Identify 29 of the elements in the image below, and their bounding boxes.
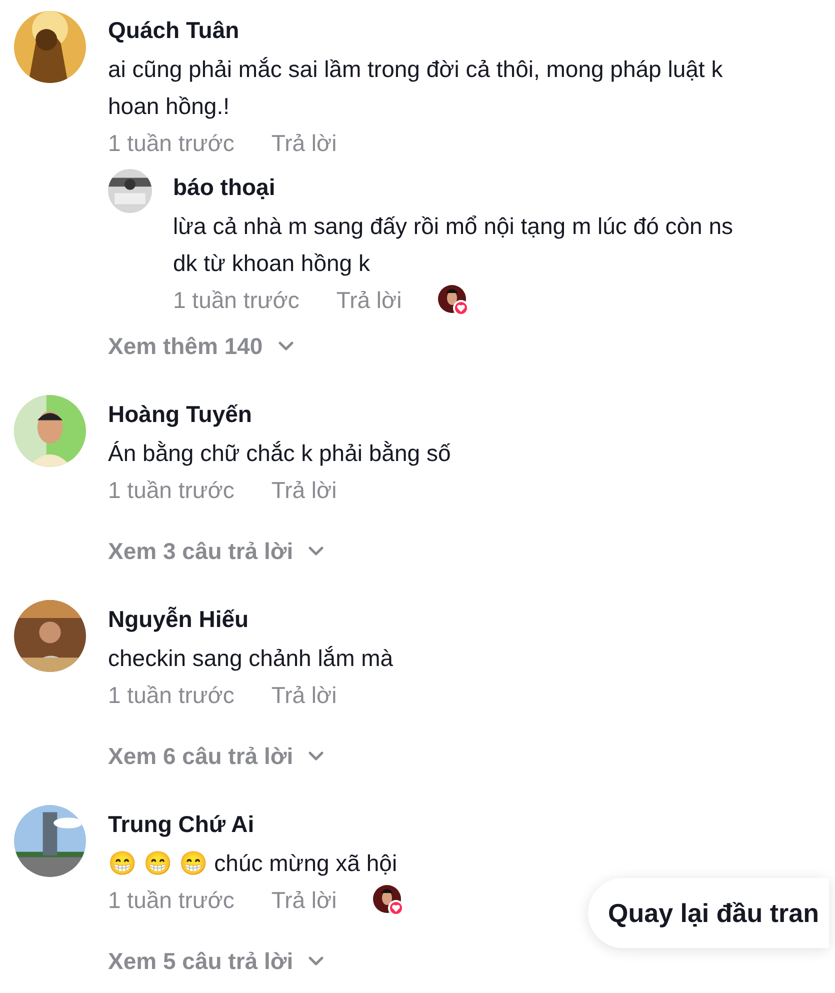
timestamp: 1 tuần trước: [108, 680, 234, 710]
comment-text: checkin sang chảnh lắm mà: [108, 644, 394, 673]
timestamp: 1 tuần trước: [173, 286, 300, 315]
author-name[interactable]: Hoàng Tuyến: [108, 395, 788, 433]
chevron-down-icon: [307, 955, 326, 967]
chevron-down-icon: [307, 545, 326, 557]
reply-link[interactable]: Trả lời: [271, 882, 337, 918]
comment-text: ai cũng phải mắc sai lầm trong đời cả thôi, mong pháp luật k hoan hồng.!: [108, 55, 724, 121]
author-name[interactable]: Trung Chứ Ai: [108, 805, 788, 843]
back-to-top-button[interactable]: Quay lại đầu tran: [588, 878, 829, 948]
timestamp: 1 tuần trước: [108, 886, 234, 915]
timestamp: 1 tuần trước: [108, 476, 234, 505]
author-name[interactable]: Nguyễn Hiếu: [108, 600, 788, 638]
view-replies-button[interactable]: Xem 3 câu trả lời: [108, 533, 326, 569]
view-replies-button[interactable]: Xem thêm 140: [108, 328, 295, 364]
view-replies-button[interactable]: Xem 6 câu trả lời: [108, 738, 326, 774]
author-name[interactable]: báo thoại: [173, 168, 783, 206]
author-name[interactable]: Quách Tuân: [108, 11, 788, 49]
comment-text: lừa cả nhà m sang đấy rồi mổ nội tạng m lúc đó còn ns dk từ khoan hồng k: [173, 212, 734, 278]
reply-link[interactable]: Trả lời: [336, 282, 402, 318]
reply-link[interactable]: Trả lời: [271, 678, 337, 712]
timestamp: 1 tuần trước: [108, 128, 234, 158]
chevron-down-icon: [276, 340, 295, 352]
reply-link[interactable]: Trả lời: [271, 472, 337, 508]
comment-text: 😁 😁 😁 chúc mừng xã hội: [108, 849, 398, 878]
comment-text: Án bằng chữ chắc k phải bằng số: [108, 439, 452, 468]
reply-link[interactable]: Trả lời: [271, 126, 337, 160]
chevron-down-icon: [307, 750, 326, 762]
view-replies-button[interactable]: Xem 5 câu trả lời: [108, 943, 326, 979]
